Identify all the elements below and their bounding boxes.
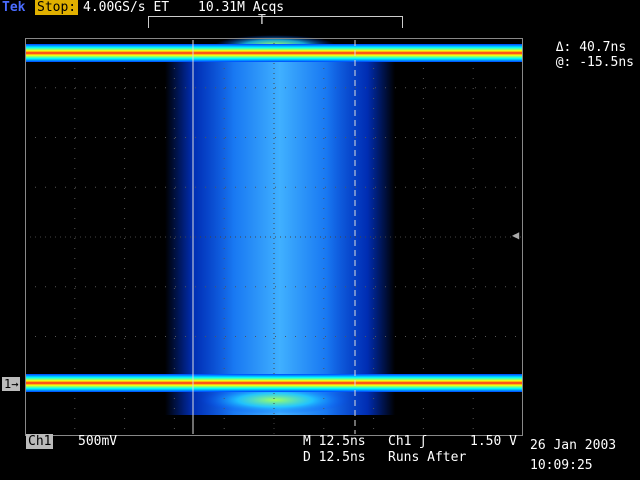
trigger-source: Ch1 ʃ — [388, 434, 428, 449]
record-view-bar — [148, 16, 403, 28]
trigger-position-marker: T — [258, 13, 266, 28]
acquisition-count-readout: 10.31M Acqs — [198, 0, 285, 15]
main-timebase: M 12.5ns — [303, 434, 366, 449]
acquisition-state-badge: Stop: — [35, 0, 79, 15]
sample-rate-readout: 4.00GS/s ET — [83, 0, 170, 15]
trigger-level-arrow-icon[interactable]: ◀ — [512, 228, 519, 242]
channel1-label[interactable]: Ch1 — [26, 434, 54, 449]
channel1-ground-marker[interactable]: 1→ — [2, 377, 21, 391]
trigger-level: 1.50 V — [470, 434, 517, 449]
cursor-delta: Δ: 40.7ns — [555, 40, 627, 55]
cursor-readout: Δ: 40.7ns @: -15.5ns — [556, 40, 634, 70]
graticule-frame — [25, 38, 523, 436]
delayed-timebase: D 12.5ns — [303, 450, 366, 465]
brand-logo: Tek — [2, 0, 26, 15]
date-readout: 26 Jan 2003 — [530, 438, 617, 453]
cursor-position: @: -15.5ns — [555, 55, 634, 70]
channel1-scale: 500mV — [78, 434, 118, 449]
time-readout: 10:09:25 — [530, 458, 593, 473]
record-right-bracket — [398, 16, 403, 28]
record-left-bracket — [148, 16, 153, 28]
runs-mode: Runs After — [388, 450, 467, 465]
